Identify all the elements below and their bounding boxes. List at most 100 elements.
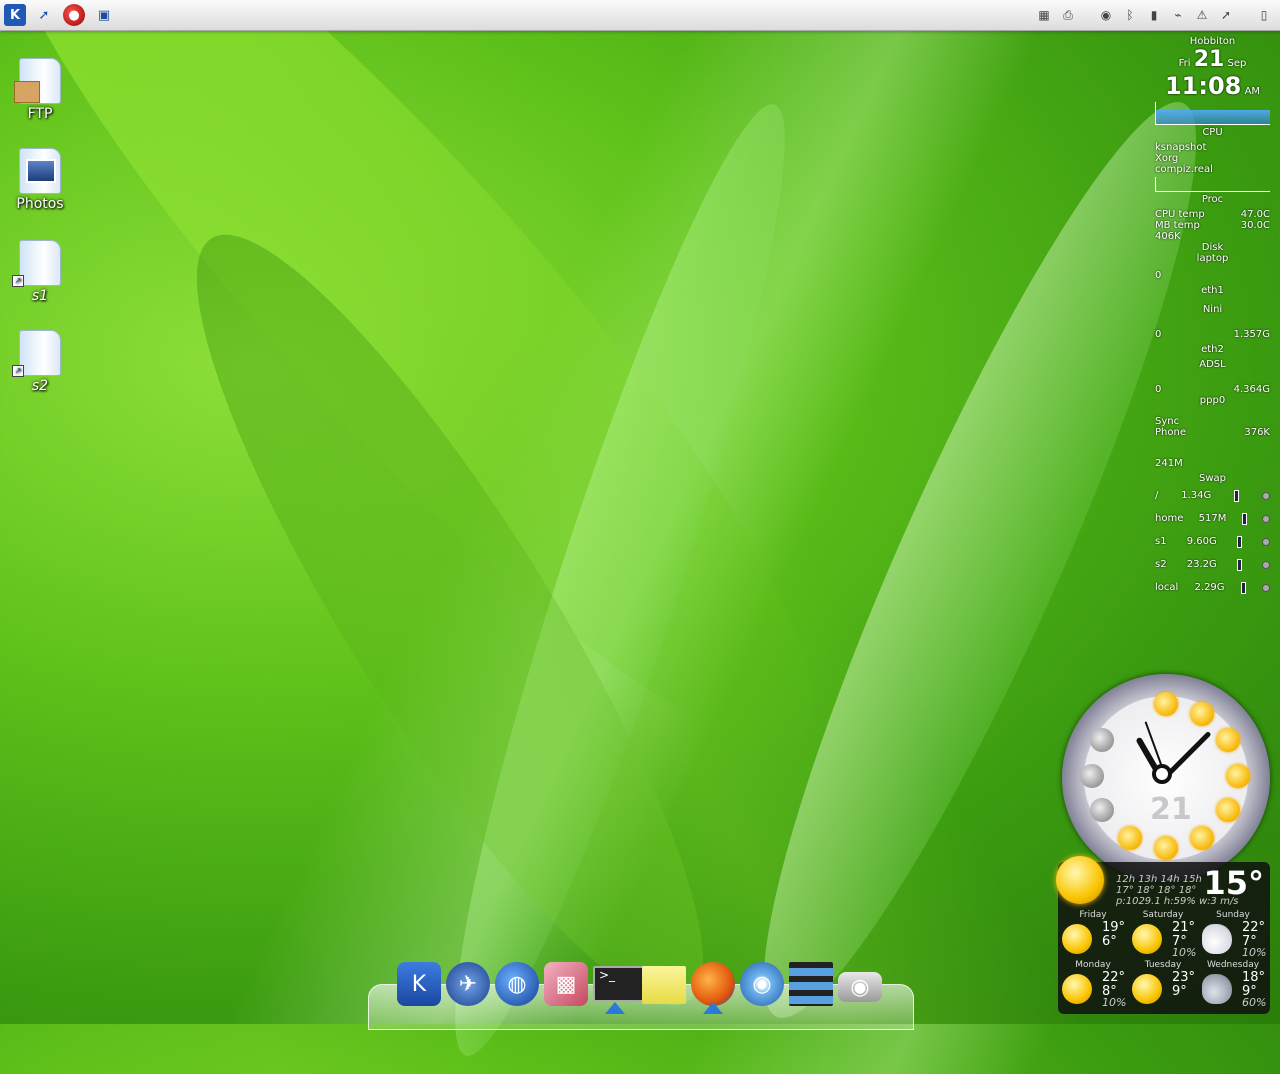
desktop-icon-label: s2 bbox=[31, 378, 49, 394]
desktop-icon-label: FTP bbox=[27, 106, 53, 122]
folder-icon bbox=[19, 148, 61, 194]
adsl-label: ADSL bbox=[1199, 359, 1226, 370]
sun-icon bbox=[1154, 836, 1178, 860]
disk-label: Disk bbox=[1201, 242, 1224, 253]
fs-row: s2 23.2G bbox=[1155, 559, 1270, 571]
time-display: 11:08 AM bbox=[1155, 72, 1270, 100]
sun-icon bbox=[1062, 924, 1092, 954]
nini-label: Nini bbox=[1202, 304, 1223, 315]
sun-icon bbox=[1132, 974, 1162, 1004]
cursor-icon[interactable]: ➚ bbox=[1216, 5, 1236, 25]
mb-temp-value: 30.0C bbox=[1240, 220, 1270, 231]
cpu-graph bbox=[1155, 102, 1270, 125]
system-monitor: Hobbiton Fri 21 Sep 11:08 AM CPU ksnapsh… bbox=[1155, 36, 1270, 605]
moon-icon bbox=[1090, 728, 1114, 752]
moon-icon bbox=[1080, 764, 1104, 788]
eth1-total: 1.357G bbox=[1233, 329, 1270, 340]
sun-icon bbox=[1062, 974, 1092, 1004]
warning-icon[interactable]: ⚠ bbox=[1192, 5, 1212, 25]
media-player-icon[interactable]: ◎ bbox=[740, 962, 784, 1006]
eth1-zero: 0 bbox=[1155, 270, 1162, 281]
forecast-day: Monday 22° 8° 10% bbox=[1058, 960, 1128, 1010]
camera-icon[interactable]: ◉ bbox=[838, 972, 882, 1002]
running-indicator-icon bbox=[703, 1002, 723, 1014]
eye-icon[interactable]: ◉ bbox=[1096, 5, 1116, 25]
forecast-day: Sunday 22° 7° 10% bbox=[1198, 910, 1268, 960]
eth2-zero: 0 bbox=[1155, 329, 1162, 340]
folder-link-icon: ↗ bbox=[12, 330, 61, 377]
folder-icon bbox=[14, 58, 61, 104]
browser-globe-icon[interactable]: ✈ bbox=[446, 962, 490, 1006]
fs-row: local 2.29G bbox=[1155, 582, 1270, 594]
rain-icon bbox=[1202, 974, 1232, 1004]
ampm: AM bbox=[1244, 86, 1261, 97]
phone-value: 376K bbox=[1244, 427, 1270, 438]
proc-graph bbox=[1155, 177, 1270, 192]
date-display: Fri 21 Sep bbox=[1155, 47, 1270, 72]
bluetooth-icon[interactable]: ᛒ bbox=[1120, 5, 1140, 25]
desktop-icon-s1[interactable]: ↗ s1 bbox=[2, 240, 78, 304]
google-earth-icon[interactable]: ◍ bbox=[495, 962, 539, 1006]
cursor-icon[interactable]: ➚ bbox=[33, 4, 55, 26]
day: 21 bbox=[1193, 47, 1225, 72]
sun-icon bbox=[1154, 692, 1178, 716]
sun-icon bbox=[1132, 924, 1162, 954]
forecast-day: Wednesday 18° 9° 60% bbox=[1198, 960, 1268, 1010]
sticky-note-icon[interactable] bbox=[642, 966, 686, 1004]
computer-icon[interactable]: ▣ bbox=[93, 4, 115, 26]
ppp0-label: ppp0 bbox=[1199, 395, 1226, 406]
ppp0-total: 4.364G bbox=[1233, 384, 1270, 395]
fs-row: /1.34G bbox=[1155, 490, 1270, 502]
sun-icon bbox=[1190, 702, 1214, 726]
desktop-icon-label: Photos bbox=[16, 196, 64, 212]
package-box-icon[interactable]: ▩ bbox=[544, 962, 588, 1006]
process-2: Xorg bbox=[1155, 153, 1179, 164]
printer-icon[interactable]: ⎙ bbox=[1058, 5, 1078, 25]
pager-icon[interactable]: ▦ bbox=[1034, 5, 1054, 25]
running-indicator-icon bbox=[605, 1002, 625, 1014]
clock-date: 21 bbox=[1150, 792, 1192, 827]
proc-label: Proc bbox=[1201, 194, 1224, 205]
disk-rate: 406K bbox=[1155, 231, 1181, 242]
sun-icon bbox=[1190, 826, 1214, 850]
hostname: Hobbiton bbox=[1189, 36, 1236, 47]
eth1-label: eth1 bbox=[1201, 285, 1224, 296]
sun-icon bbox=[1216, 798, 1240, 822]
sync-label: Sync bbox=[1155, 416, 1180, 427]
mb-temp-label: MB temp bbox=[1155, 220, 1200, 231]
ppp0-zero: 0 bbox=[1155, 384, 1162, 395]
kde-icon[interactable]: K bbox=[397, 962, 441, 1006]
cpu-temp-label: CPU temp bbox=[1155, 209, 1205, 220]
fs-row: home 517M bbox=[1155, 513, 1270, 525]
desktop-icon-label: s1 bbox=[31, 288, 49, 304]
fs-row: s1 9.60G bbox=[1155, 536, 1270, 548]
eth2-label: eth2 bbox=[1201, 344, 1224, 355]
battery-icon[interactable]: ▮ bbox=[1144, 5, 1164, 25]
panel-hide-icon[interactable]: ▯ bbox=[1254, 5, 1274, 25]
weather-widget: 12h 13h 14h 15h 17° 18° 18° 18° p:1029.1… bbox=[1056, 856, 1270, 1014]
red-app-icon[interactable]: ● bbox=[63, 4, 85, 26]
process-1: ksnapshot bbox=[1155, 142, 1207, 153]
swap-total: 241M bbox=[1155, 458, 1183, 469]
sun-icon bbox=[1216, 728, 1240, 752]
desktop-icon-photos[interactable]: Photos bbox=[2, 148, 78, 212]
desktop-icon-s2[interactable]: ↗ s2 bbox=[2, 330, 78, 394]
sun-icon bbox=[1118, 826, 1142, 850]
sun-icon bbox=[1056, 856, 1104, 904]
sun-icon bbox=[1226, 764, 1250, 788]
film-icon[interactable] bbox=[789, 962, 833, 1006]
kde-menu-icon[interactable]: K bbox=[4, 4, 26, 26]
firefox-icon[interactable] bbox=[691, 962, 735, 1006]
cpu-label: CPU bbox=[1202, 127, 1223, 138]
phone-label: Phone bbox=[1155, 427, 1186, 438]
cpu-temp-value: 47.0C bbox=[1240, 209, 1270, 220]
current-weather: 12h 13h 14h 15h 17° 18° 18° 18° p:1029.1… bbox=[1056, 856, 1270, 908]
terminal-icon[interactable]: >_ bbox=[593, 966, 645, 1002]
desktop-icon-ftp[interactable]: FTP bbox=[2, 58, 78, 122]
swap-label: Swap bbox=[1198, 473, 1226, 484]
partly-cloudy-icon bbox=[1202, 924, 1232, 954]
network-icon[interactable]: ⌁ bbox=[1168, 5, 1188, 25]
top-panel: K ➚ ● ▣ ▦ ⎙ ◉ ᛒ ▮ ⌁ ⚠ ➚ ▯ bbox=[0, 0, 1280, 31]
process-3: compiz.real bbox=[1155, 164, 1213, 175]
analog-clock: 21 bbox=[1062, 674, 1270, 882]
